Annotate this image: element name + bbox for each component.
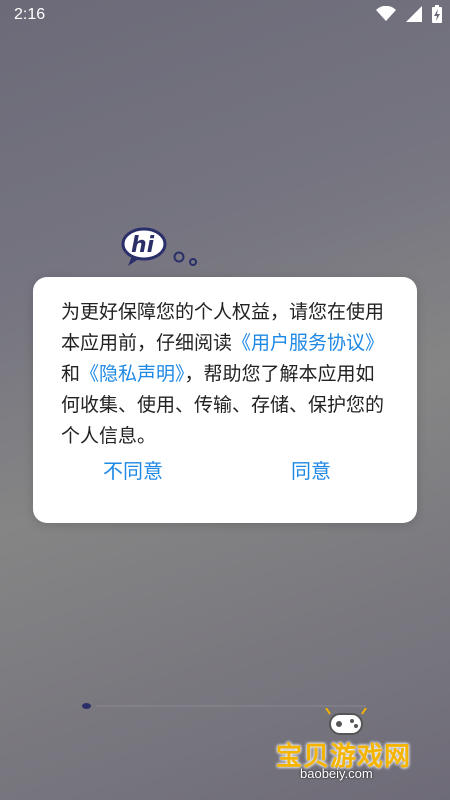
hi-logo: hi (120, 224, 210, 274)
status-time: 2:16 (14, 6, 46, 23)
cell-signal-icon (406, 6, 422, 22)
terms-of-service-link[interactable]: 《用户服务协议》 (232, 332, 384, 354)
page-indicator-dot (82, 703, 91, 709)
status-bar: 2:16 (0, 0, 450, 32)
page-indicator-line (96, 705, 366, 707)
status-icons (376, 5, 442, 23)
privacy-statement-link[interactable]: 《隐私声明》 (80, 363, 185, 385)
logo-text: hi (131, 233, 155, 258)
watermark: 宝贝游戏网 baobeiy.com (276, 707, 426, 788)
dialog-message: 为更好保障您的个人权益，请您在使用本应用前，仔细阅读《用户服务协议》 和《隐私声明… (61, 297, 393, 452)
agree-button[interactable]: 同意 (291, 455, 331, 484)
message-and: 和 (61, 363, 81, 385)
wifi-icon (376, 6, 396, 22)
privacy-dialog: 为更好保障您的个人权益，请您在使用本应用前，仔细阅读《用户服务协议》 和《隐私声明… (33, 277, 417, 523)
disagree-button[interactable]: 不同意 (103, 455, 163, 484)
watermark-url: baobeiy.com (300, 766, 373, 781)
battery-charging-icon (432, 5, 442, 23)
